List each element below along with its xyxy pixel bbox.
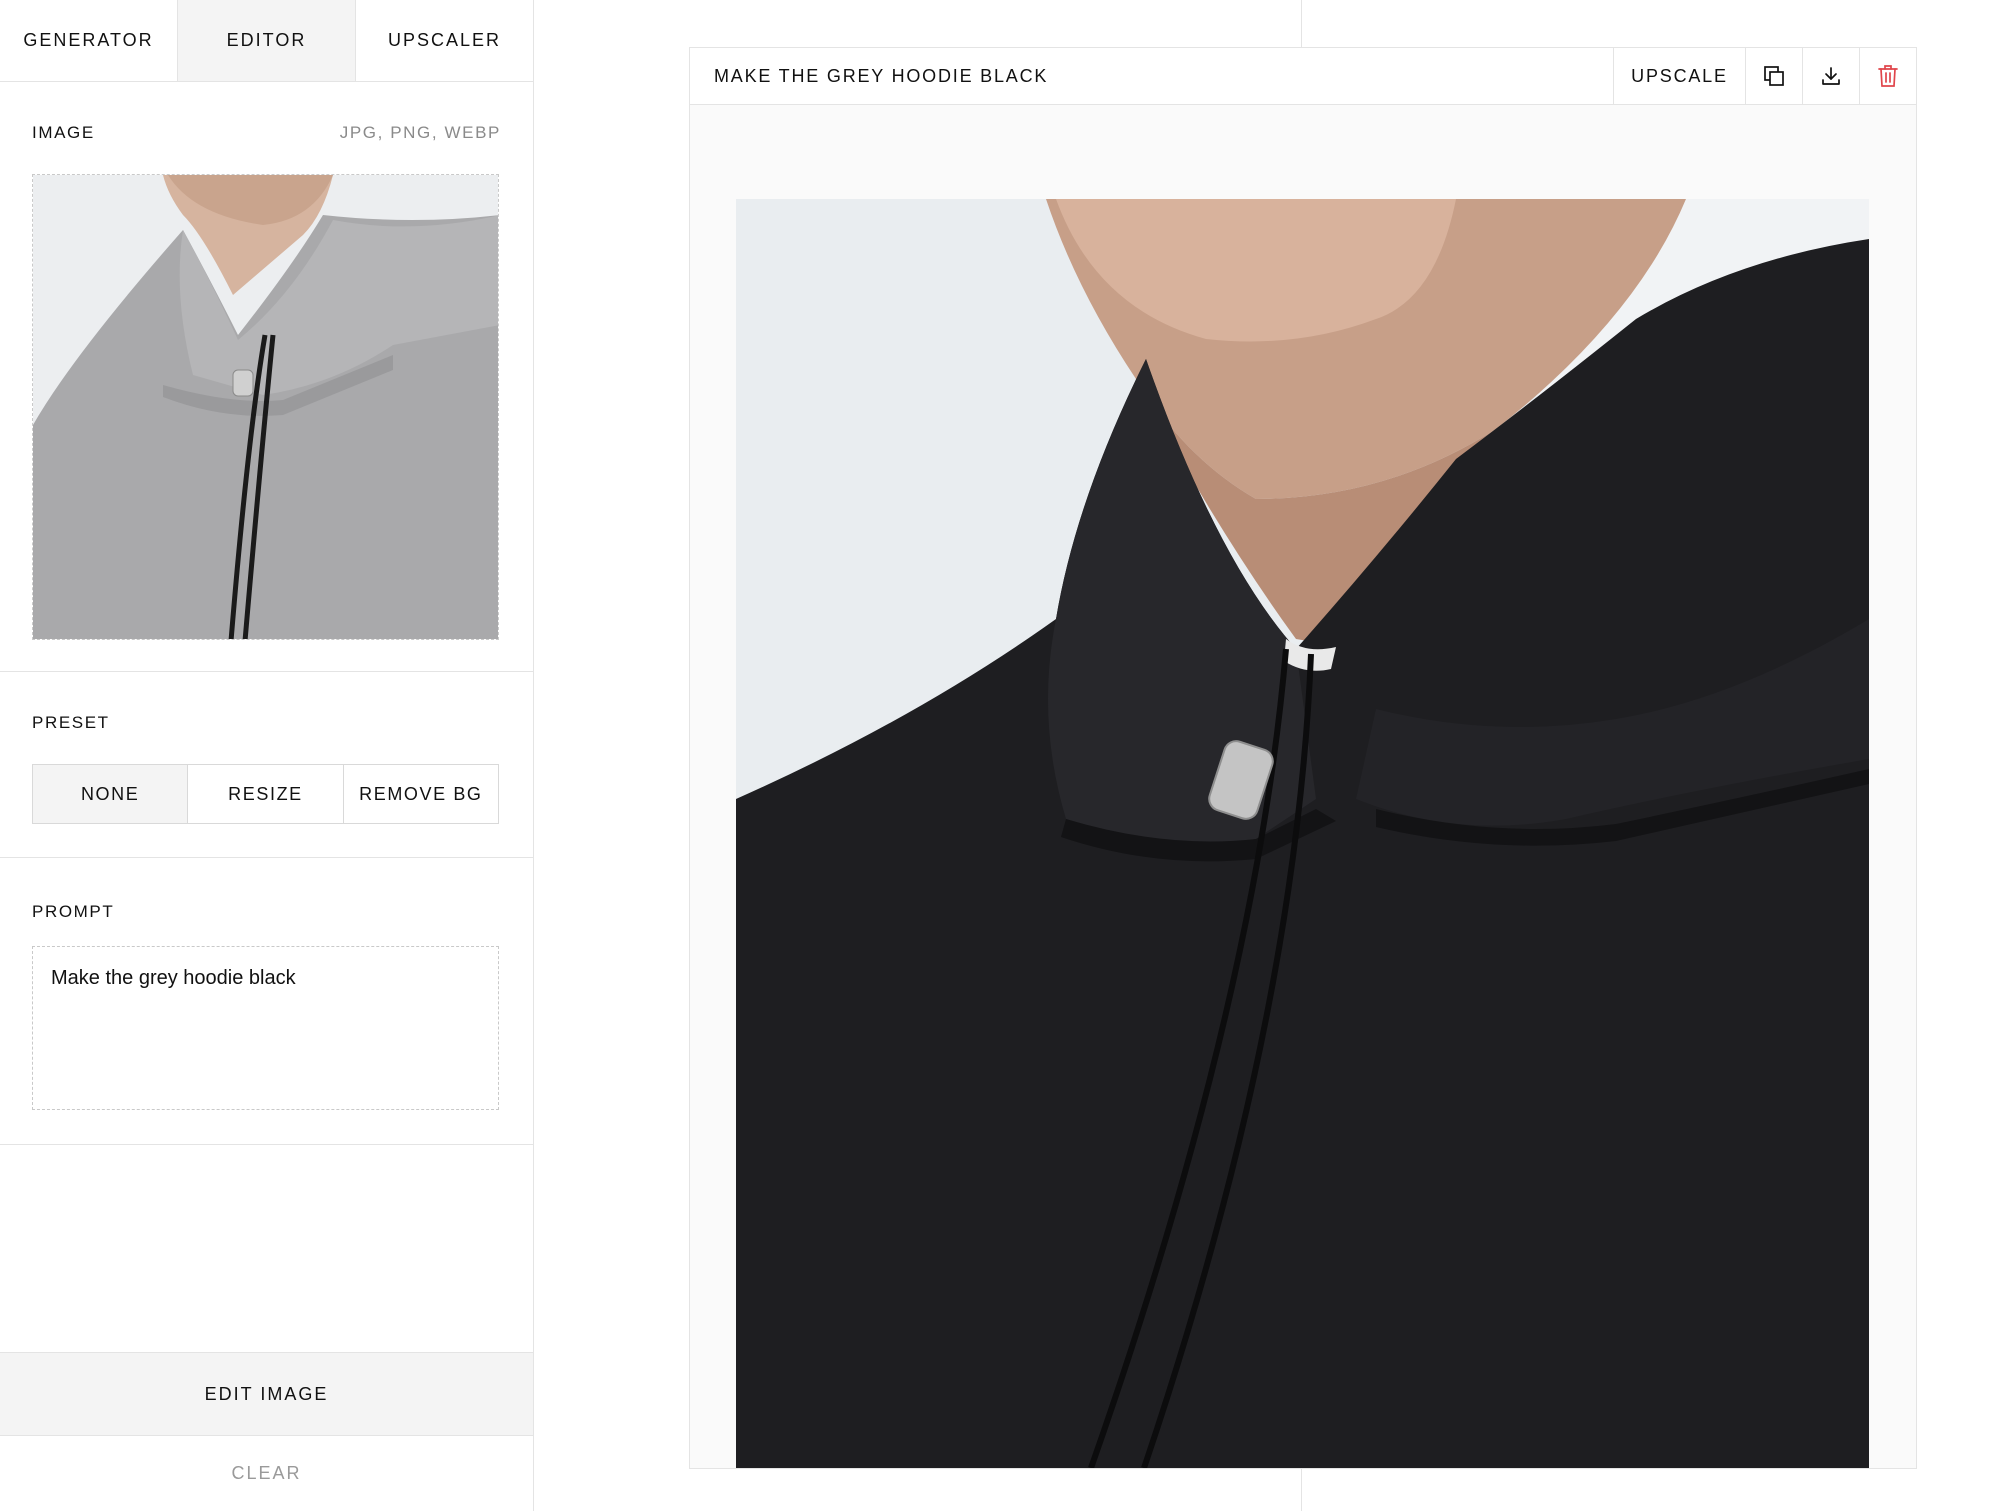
result-card: MAKE THE GREY HOODIE BLACK UPSCALE <box>689 47 1917 1469</box>
preset-selector: NONE RESIZE REMOVE BG <box>32 764 499 824</box>
copy-button[interactable] <box>1745 48 1802 104</box>
sidebar: GENERATOR EDITOR UPSCALER IMAGE JPG, PNG… <box>0 0 534 1511</box>
copy-icon <box>1764 66 1784 86</box>
source-image <box>33 175 498 639</box>
prompt-label: PROMPT <box>32 902 115 921</box>
result-toolbar: MAKE THE GREY HOODIE BLACK UPSCALE <box>690 48 1916 105</box>
divider <box>1301 0 1302 47</box>
preset-section: PRESET NONE RESIZE REMOVE BG <box>0 672 533 858</box>
upscale-button[interactable]: UPSCALE <box>1613 48 1745 104</box>
preset-resize-button[interactable]: RESIZE <box>188 765 344 823</box>
divider <box>1301 1469 1302 1511</box>
tab-upscaler[interactable]: UPSCALER <box>356 0 533 81</box>
prompt-section: PROMPT Make the grey hoodie black <box>0 858 533 1145</box>
result-image[interactable] <box>736 199 1869 1468</box>
download-button[interactable] <box>1802 48 1859 104</box>
tab-editor[interactable]: EDITOR <box>178 0 356 81</box>
result-area: MAKE THE GREY HOODIE BLACK UPSCALE <box>535 0 2000 1511</box>
result-title: MAKE THE GREY HOODIE BLACK <box>714 65 1049 86</box>
preset-remove-bg-button[interactable]: REMOVE BG <box>343 765 498 823</box>
trash-icon <box>1878 65 1898 87</box>
image-section: IMAGE JPG, PNG, WEBP <box>0 82 533 672</box>
result-canvas <box>690 105 1916 1468</box>
tab-generator[interactable]: GENERATOR <box>0 0 178 81</box>
image-label: IMAGE <box>32 123 95 142</box>
result-photo <box>736 199 1869 1468</box>
prompt-input[interactable]: Make the grey hoodie black <box>32 946 499 1110</box>
clear-button[interactable]: CLEAR <box>0 1436 533 1511</box>
edit-image-button[interactable]: EDIT IMAGE <box>0 1352 533 1436</box>
download-icon <box>1822 67 1840 85</box>
mode-tabs: GENERATOR EDITOR UPSCALER <box>0 0 533 82</box>
preset-none-button[interactable]: NONE <box>33 765 189 823</box>
preset-label: PRESET <box>32 713 110 732</box>
formats-hint: JPG, PNG, WEBP <box>339 123 501 142</box>
image-dropzone[interactable] <box>32 174 499 640</box>
delete-button[interactable] <box>1859 48 1916 104</box>
